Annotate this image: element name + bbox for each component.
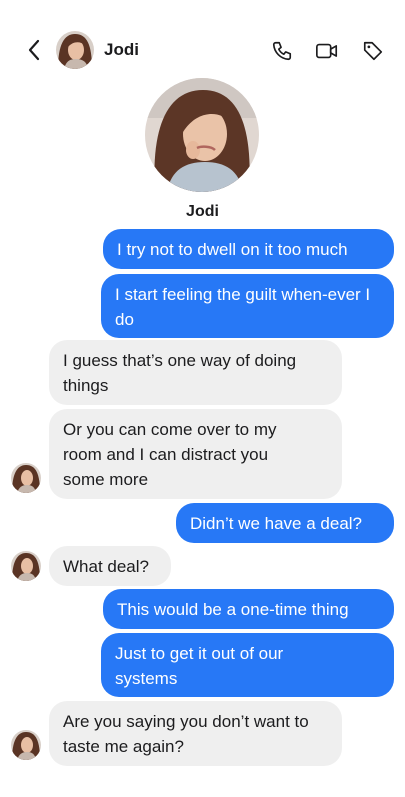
call-button[interactable] [270,39,294,63]
message-bubble-outgoing[interactable]: I try not to dwell on it too much [103,229,394,269]
video-call-button[interactable] [315,39,339,63]
header-avatar[interactable] [56,31,94,69]
message-bubble-outgoing[interactable]: This would be a one-time thing [103,589,394,629]
message-bubble-incoming[interactable]: Are you saying you don’t want to taste m… [49,701,342,766]
message-bubble-incoming[interactable]: Or you can come over to my room and I ca… [49,409,342,499]
tag-icon [363,41,383,61]
avatar-image [145,78,259,192]
avatar-image [11,730,41,760]
message-bubble-incoming[interactable]: What deal? [49,546,171,586]
tag-button[interactable] [361,39,385,63]
message-bubble-incoming[interactable]: I guess that’s one way of doing things [49,340,342,405]
back-button[interactable] [22,38,46,62]
profile-name: Jodi [186,203,219,220]
profile-avatar[interactable] [145,78,259,192]
sender-avatar [11,730,41,760]
chevron-left-icon [28,39,40,61]
chat-header: Jodi [0,28,405,72]
message-bubble-outgoing[interactable]: Just to get it out of our systems [101,633,394,697]
video-camera-icon [316,43,338,59]
contact-name: Jodi [104,40,139,59]
avatar-image [11,551,41,581]
sender-avatar [11,463,41,493]
sender-avatar [11,551,41,581]
avatar-image [56,31,94,69]
avatar-image [11,463,41,493]
message-bubble-outgoing[interactable]: Didn’t we have a deal? [176,503,394,543]
message-bubble-outgoing[interactable]: I start feeling the guilt when-ever I do [101,274,394,338]
phone-icon [272,41,292,61]
